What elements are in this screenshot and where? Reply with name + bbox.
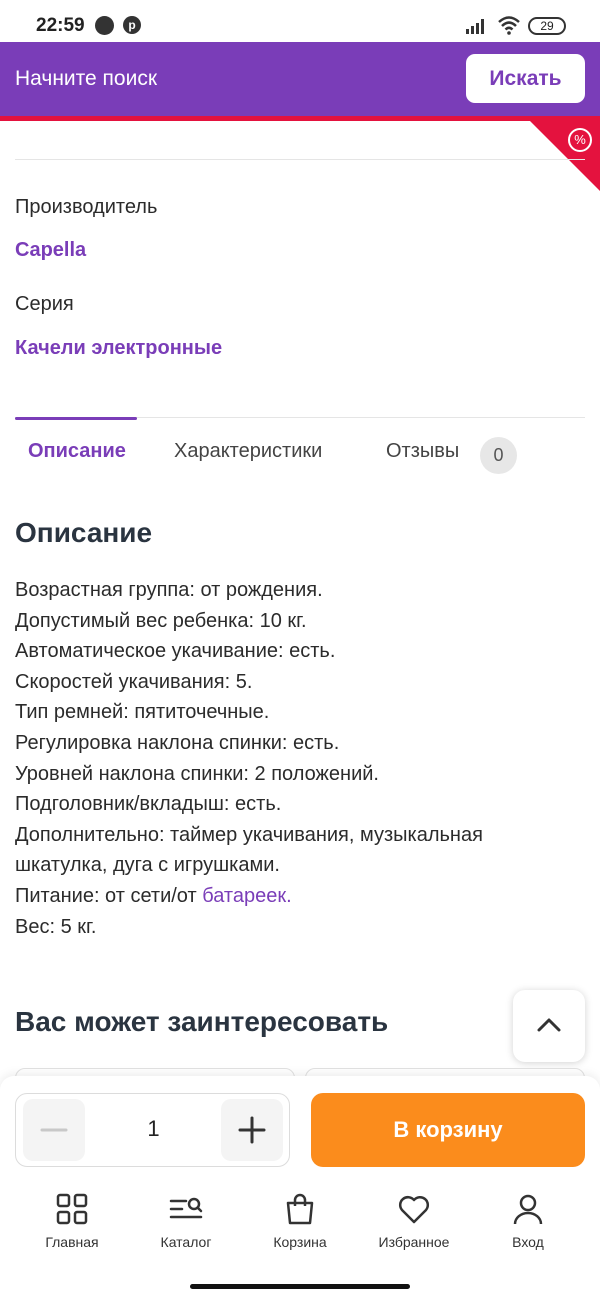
description-line: Подголовник/вкладыш: есть.	[15, 793, 282, 816]
increase-quantity-button[interactable]	[221, 1099, 283, 1161]
plus-icon	[238, 1116, 266, 1144]
quantity-stepper[interactable]: 1	[15, 1093, 290, 1167]
description-line: Допустимый вес ребенка: 10 кг.	[15, 609, 307, 632]
nav-login-label: Вход	[512, 1234, 544, 1250]
shopping-bag-icon	[286, 1193, 314, 1225]
nav-favorites-label: Избранное	[378, 1234, 450, 1250]
description-power-line: Питание: от сети/от батареек.	[15, 881, 585, 912]
reviews-count-badge: 0	[480, 437, 517, 474]
scroll-to-top-button[interactable]	[513, 990, 585, 1062]
divider	[15, 159, 585, 160]
description-line: Скоростей укачивания: 5.	[15, 670, 253, 693]
discount-ribbon[interactable]	[530, 121, 600, 191]
chevron-up-icon	[537, 1018, 561, 1032]
nav-favorites[interactable]: Избранное	[359, 1192, 469, 1250]
description-title: Описание	[15, 517, 153, 548]
active-tab-indicator	[15, 417, 137, 420]
grid-icon	[56, 1193, 88, 1225]
manufacturer-link[interactable]: Capella	[15, 239, 86, 262]
description-line: Возрастная группа: от рождения.	[15, 579, 323, 601]
nav-home[interactable]: Главная	[17, 1192, 127, 1250]
batteries-link[interactable]: батареек.	[202, 885, 291, 907]
manufacturer-label: Производитель	[15, 196, 158, 218]
series-label: Серия	[15, 293, 74, 315]
search-header: Начните поиск Искать	[0, 42, 600, 116]
decrease-quantity-button[interactable]	[23, 1099, 85, 1161]
signal-icon	[466, 19, 484, 34]
user-icon	[513, 1194, 543, 1225]
home-indicator[interactable]	[190, 1284, 410, 1289]
description-line: Регулировка наклона спинки: есть.	[15, 731, 340, 754]
nav-cart-label: Корзина	[273, 1234, 327, 1250]
add-to-cart-button[interactable]: В корзину	[311, 1093, 585, 1167]
recommendations-title: Вас может заинтересовать	[15, 1006, 389, 1037]
nav-catalog-label: Каталог	[160, 1234, 212, 1250]
nav-login[interactable]: Вход	[473, 1192, 583, 1250]
search-button[interactable]: Искать	[466, 54, 585, 103]
tab-description[interactable]: Описание	[28, 440, 126, 463]
description-line: Уровней наклона спинки: 2 положений.	[15, 762, 379, 785]
burger-king-app-icon	[95, 16, 114, 35]
power-text: Питание: от сети/от	[15, 884, 203, 907]
battery-indicator: 29	[528, 17, 566, 35]
description-weight-line: Вес: 5 кг.	[15, 915, 97, 938]
description-line: Дополнительно: таймер укачивания, музыка…	[15, 823, 483, 846]
header-accent-stripe	[0, 116, 600, 121]
description-text: Возрастная группа: от рождения. Допустим…	[15, 575, 585, 942]
description-line: Автоматическое укачивание: есть.	[15, 640, 336, 663]
tab-characteristics[interactable]: Характеристики	[174, 440, 322, 463]
minus-icon	[40, 1128, 68, 1132]
quantity-value[interactable]: 1	[116, 1116, 191, 1142]
nav-cart[interactable]: Корзина	[245, 1192, 355, 1250]
status-time: 22:59	[36, 15, 85, 36]
series-link[interactable]: Качели электронные	[15, 337, 222, 360]
search-input[interactable]: Начните поиск	[15, 67, 157, 91]
heart-icon	[398, 1195, 430, 1224]
nav-catalog[interactable]: Каталог	[131, 1192, 241, 1250]
status-bar: 22:59 p 29	[0, 0, 600, 42]
wifi-icon	[498, 16, 520, 35]
pinterest-app-icon: p	[123, 16, 141, 34]
discount-percent-icon[interactable]: %	[568, 128, 592, 152]
description-line: Тип ремней: пятиточечные.	[15, 701, 270, 724]
tab-reviews[interactable]: Отзывы	[386, 440, 459, 463]
nav-home-label: Главная	[45, 1234, 99, 1250]
description-line: шкатулка, дуга с игрушками.	[15, 854, 280, 877]
catalog-search-icon	[169, 1197, 203, 1219]
